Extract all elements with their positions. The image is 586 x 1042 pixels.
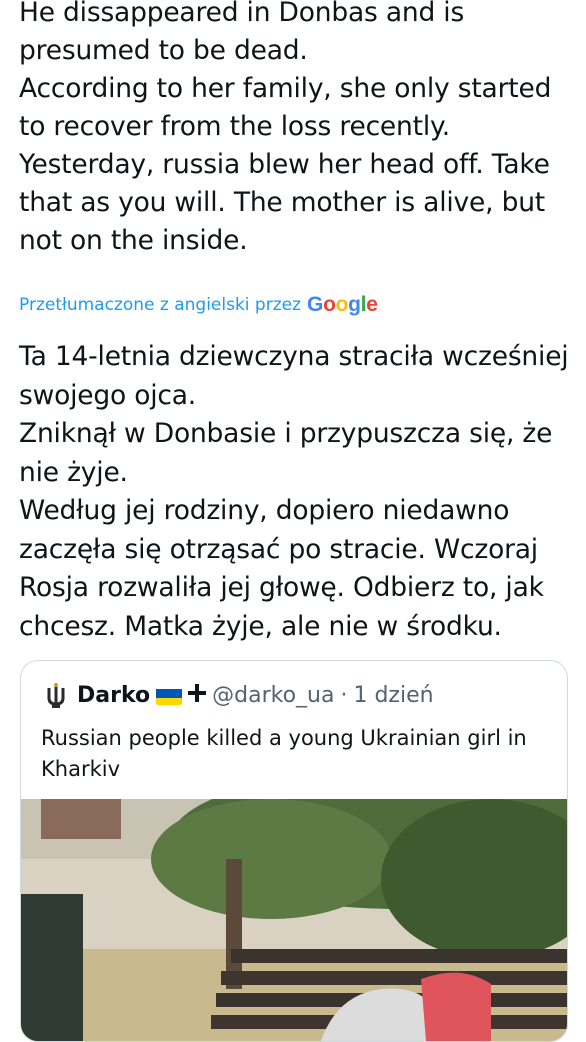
translation-line: Ta 14-letnia dziewczyna straciła wcześni…	[19, 341, 569, 411]
quoted-tweet-text: Russian people killed a young Ukrainian …	[41, 726, 527, 781]
quoted-tweet-card[interactable]: Darko @darko_ua · 1 dzień Russian people…	[20, 660, 568, 1042]
trident-avatar-icon	[47, 683, 65, 708]
tweet-body: He dissappeared in Donbas and is presume…	[19, 0, 569, 260]
google-logo: Google	[307, 293, 378, 316]
translated-text: Ta 14-letnia dziewczyna straciła wcześni…	[19, 338, 574, 646]
separator: ·	[340, 683, 348, 708]
timestamp[interactable]: 1 dzień	[353, 682, 433, 710]
cross-icon	[188, 682, 207, 710]
tweet-line: He dissappeared in Donbas and is presume…	[19, 0, 465, 66]
tweet-line: According to her family, she only starte…	[19, 73, 552, 142]
translation-notice-text: Przetłumaczone z angielski przez	[19, 295, 302, 315]
ukraine-flag-icon	[156, 687, 183, 705]
tweet-line: Yesterday, russia blew her head off. Tak…	[19, 149, 550, 256]
avatar[interactable]	[41, 681, 71, 711]
quoted-tweet-photo[interactable]	[21, 799, 567, 1041]
author-handle[interactable]: @darko_ua	[212, 682, 334, 710]
author-name[interactable]: Darko	[77, 682, 150, 710]
quoted-tweet-header: Darko @darko_ua · 1 dzień	[41, 681, 434, 711]
translation-line: Zniknął w Donbasie i przypuszcza się, że…	[19, 418, 553, 488]
translation-line: Według jej rodziny, dopiero niedawno zac…	[19, 495, 544, 642]
translation-notice[interactable]: Przetłumaczone z angielski przez Google	[19, 292, 378, 318]
